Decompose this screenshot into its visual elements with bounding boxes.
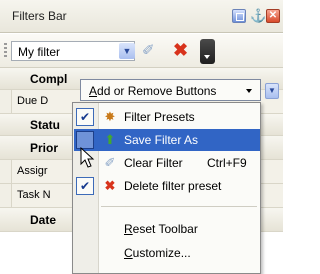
delete-icon[interactable]: ✖ bbox=[173, 41, 191, 59]
menu-item-delete-filter-preset[interactable]: ✔ ✖ Delete filter preset bbox=[74, 175, 260, 197]
menu-item-filter-presets[interactable]: ✔ ✸ Filter Presets bbox=[74, 106, 260, 128]
menu-item-label: Delete filter preset bbox=[124, 179, 222, 193]
add-remove-buttons-menu: ✔ ✸ Filter Presets ⬆ Save Filter As ✐ Cl… bbox=[72, 102, 261, 274]
grid-row-label: Date bbox=[30, 213, 57, 227]
dropdown-arrow-icon[interactable]: ▼ bbox=[119, 43, 135, 59]
menu-item-label: Clear Filter bbox=[124, 156, 183, 170]
filter-select-value: My filter bbox=[18, 45, 60, 59]
add-remove-buttons-dropdown[interactable]: Add or Remove Buttons bbox=[80, 79, 261, 101]
menu-item-label: Filter Presets bbox=[124, 110, 195, 124]
pin-icon[interactable]: ⚓ bbox=[249, 9, 266, 23]
grid-row-label: Compl bbox=[30, 72, 68, 86]
restore-icon[interactable] bbox=[232, 9, 246, 23]
filters-bar-window: Filters Bar ⚓ ✕ My filter ▼ ✐ ✖ Compl Du… bbox=[0, 0, 283, 274]
caret-down-icon bbox=[246, 89, 252, 93]
check-icon[interactable]: ✔ bbox=[76, 177, 94, 195]
menu-item-label: ustomize... bbox=[132, 246, 191, 260]
customize-mnemonic: C bbox=[124, 246, 133, 260]
toolbar-grip-icon[interactable] bbox=[4, 43, 7, 59]
menu-item-shortcut: Ctrl+F9 bbox=[207, 156, 247, 170]
menu-item-save-filter-as[interactable]: ⬆ Save Filter As bbox=[74, 129, 260, 151]
reset-mnemonic: R bbox=[124, 222, 133, 236]
add-remove-mnemonic: A bbox=[89, 84, 98, 98]
grid-row-label: Statu bbox=[30, 118, 60, 132]
menu-item-customize[interactable]: Customize... bbox=[74, 242, 260, 264]
panel-title-bar: Filters Bar ⚓ ✕ bbox=[0, 0, 283, 33]
grid-row-label: Task N bbox=[17, 189, 51, 201]
save-filter-icon: ⬆ bbox=[104, 132, 116, 147]
filter-toolbar: My filter ▼ ✐ ✖ bbox=[0, 34, 283, 68]
delete-icon: ✖ bbox=[104, 178, 116, 193]
grid-row-label: Due D bbox=[17, 95, 49, 107]
toolbar-overflow-button[interactable] bbox=[200, 39, 215, 64]
menu-item-clear-filter[interactable]: ✐ Clear Filter Ctrl+F9 bbox=[74, 152, 260, 174]
check-icon[interactable]: ✔ bbox=[76, 108, 94, 126]
filter-presets-icon: ✸ bbox=[104, 109, 116, 124]
filter-select[interactable]: My filter ▼ bbox=[11, 41, 135, 61]
close-icon[interactable]: ✕ bbox=[266, 9, 280, 23]
grid-row-label: Prior bbox=[30, 141, 59, 155]
mouse-cursor-icon bbox=[80, 147, 95, 168]
eraser-icon: ✐ bbox=[104, 155, 116, 170]
grid-row-label: Assigr bbox=[17, 165, 48, 177]
menu-separator bbox=[101, 206, 257, 207]
chevron-down-icon[interactable]: ▼ bbox=[265, 83, 279, 99]
panel-title: Filters Bar bbox=[12, 9, 67, 23]
menu-item-reset-toolbar[interactable]: Reset Toolbar bbox=[74, 218, 260, 240]
add-remove-label: dd or Remove Buttons bbox=[97, 84, 217, 98]
menu-item-label: eset Toolbar bbox=[132, 222, 198, 236]
eraser-icon[interactable]: ✐ bbox=[142, 43, 160, 59]
menu-item-label: Save Filter As bbox=[124, 133, 199, 147]
